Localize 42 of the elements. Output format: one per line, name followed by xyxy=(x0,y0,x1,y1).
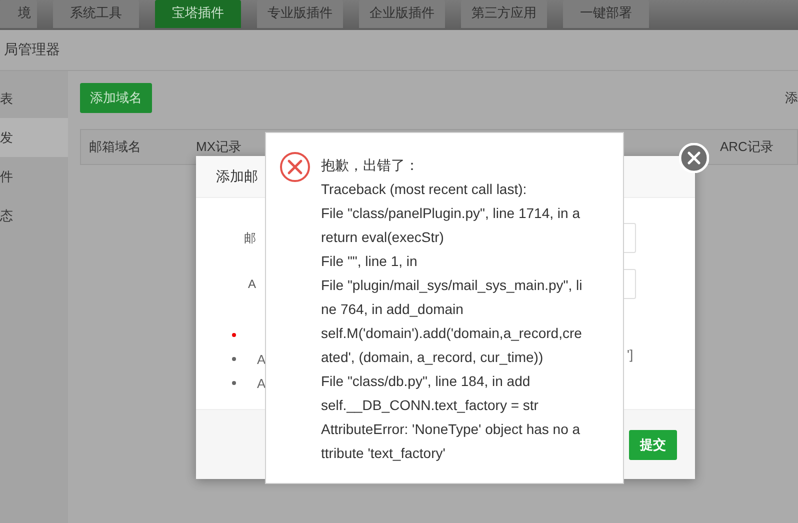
nav-tab[interactable]: 一键部署 xyxy=(563,0,649,28)
dialog-title: 添加邮 xyxy=(216,168,258,186)
column-header: MX记录 xyxy=(196,138,242,156)
error-text: File "class/db.py", line 184, in add xyxy=(321,372,532,391)
error-text: AttributeError: 'NoneType' object has no a xyxy=(321,420,582,439)
nav-tab[interactable]: 企业版插件 xyxy=(359,0,445,28)
error-text: File "class/panelPlugin.py", line 1714, in a xyxy=(321,204,581,223)
bullet-icon xyxy=(232,357,236,361)
sidebar-item[interactable]: 态 xyxy=(0,196,68,235)
nav-tab[interactable]: 系统工具 xyxy=(53,0,139,28)
error-text: return eval(execStr) xyxy=(321,228,445,247)
error-icon xyxy=(279,151,311,183)
field-label: 邮 xyxy=(243,230,256,246)
sidebar-item[interactable]: 件 xyxy=(0,157,68,196)
nav-tab[interactable]: 宝塔插件 xyxy=(155,0,241,28)
error-text: File "", line 1, in xyxy=(321,252,418,271)
add-domain-button[interactable]: 添加域名 xyxy=(80,83,152,113)
error-text: File "plugin/mail_sys/mail_sys_main.py", li xyxy=(321,276,582,295)
nav-tab[interactable]: 专业版插件 xyxy=(257,0,343,28)
column-header: ARC记录 xyxy=(720,138,774,156)
error-text: self.__DB_CONN.text_factory = str xyxy=(321,396,540,415)
column-header: 邮箱域名 xyxy=(89,138,142,156)
error-text: ne 764, in add_domain xyxy=(321,300,464,319)
bullet-icon xyxy=(232,381,236,385)
note-text: A xyxy=(257,376,265,390)
note-text: '] xyxy=(627,347,634,362)
error-text: ated', (domain, a_record, cur_time)) xyxy=(321,348,544,367)
bullet-icon xyxy=(232,333,236,337)
nav-tab[interactable]: 境 xyxy=(0,0,37,28)
error-text: ttribute 'text_factory' xyxy=(321,444,446,463)
close-button[interactable] xyxy=(679,143,709,173)
error-text: self.M('domain').add('domain,a_record,cre xyxy=(321,324,582,343)
toolbar-text: 添 xyxy=(785,89,798,107)
submit-button[interactable]: 提交 xyxy=(629,430,677,460)
sidebar-item[interactable]: 表 xyxy=(0,79,68,118)
sidebar-item[interactable]: 发 xyxy=(0,118,68,157)
error-text: 抱歉，出错了： xyxy=(321,156,420,175)
note-text: A xyxy=(257,352,265,366)
page-title: 局管理器 xyxy=(4,41,60,59)
field-label: A xyxy=(246,277,256,291)
nav-tab[interactable]: 第三方应用 xyxy=(461,0,547,28)
error-text: Traceback (most recent call last): xyxy=(321,180,528,199)
